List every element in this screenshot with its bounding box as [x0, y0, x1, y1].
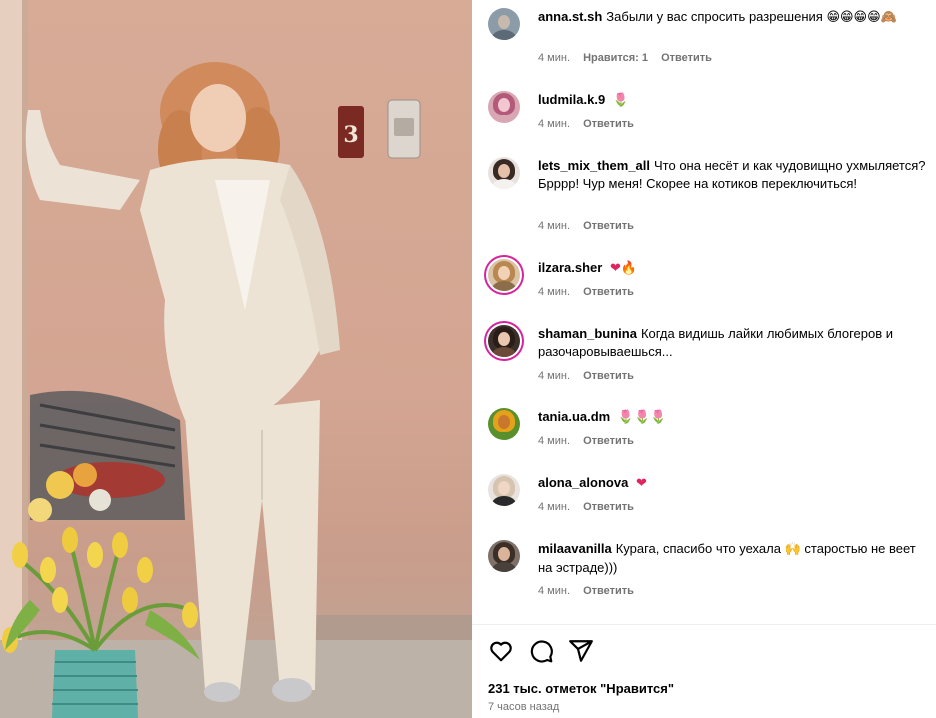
divider [472, 624, 936, 625]
comment-username[interactable]: anna.st.sh [538, 9, 602, 24]
comment-item: alona_alonova ❤ 4 мин. Ответить [488, 474, 928, 518]
vase [52, 650, 138, 718]
comment-text: tania.ua.dm 🌷🌷🌷 [538, 408, 928, 427]
comment-meta: 4 мин. Ответить [538, 286, 644, 298]
comment-username[interactable]: shaman_bunina [538, 326, 637, 341]
comment-item: lets_mix_them_all Что она несёт и как чуд… [488, 157, 928, 237]
comment-meta: 4 мин. Нравится: 1 Ответить [538, 52, 722, 64]
comment-meta: 4 мин. Ответить [538, 118, 644, 130]
comment-text: ludmila.k.9 🌷 [538, 91, 928, 110]
comment-item: ilzara.sher ❤🔥 4 мин. Ответить [488, 259, 928, 303]
comment-text: alona_alonova ❤ [538, 474, 928, 493]
comment-meta: 4 мин. Ответить [538, 501, 644, 513]
comment-likes-count[interactable]: Нравится: 1 [583, 52, 648, 64]
comment-item: milaavanilla Курага, спасибо что уехала 🙌… [488, 540, 928, 604]
comment-item: shaman_bunina Когда видишь лайки любимых … [488, 325, 928, 389]
comment-time: 4 мин. [538, 220, 571, 232]
comment-time: 4 мин. [538, 435, 571, 447]
comment-item: tania.ua.dm 🌷🌷🌷 4 мин. Ответить [488, 408, 928, 452]
comment-emoji: 😁😁😁😁🙈 [826, 10, 897, 25]
comment-meta: 4 мин. Ответить [538, 585, 644, 597]
comment-username[interactable]: tania.ua.dm [538, 409, 610, 424]
reply-button[interactable]: Ответить [583, 435, 634, 447]
avatar[interactable] [488, 408, 520, 440]
reply-button[interactable]: Ответить [583, 220, 634, 232]
reply-button[interactable]: Ответить [583, 370, 634, 382]
comment-text: ilzara.sher ❤🔥 [538, 259, 928, 278]
comment-item: anna.st.sh Забыли у вас спросить разрешен… [488, 8, 928, 70]
post-time[interactable]: 7 часов назад [488, 701, 559, 713]
avatar[interactable] [488, 259, 520, 291]
heart-icon[interactable] [488, 638, 514, 664]
avatar[interactable] [488, 91, 520, 123]
comment-item: ludmila.k.9 🌷 4 мин. Ответить [488, 91, 928, 135]
comment-time: 4 мин. [538, 286, 571, 298]
comment-text: shaman_bunina Когда видишь лайки любимых … [538, 325, 928, 361]
comment-username[interactable]: ludmila.k.9 [538, 92, 605, 107]
comment-body: Забыли у вас спросить разрешения [606, 9, 823, 24]
comment-time: 4 мин. [538, 118, 571, 130]
avatar[interactable] [488, 474, 520, 506]
reply-button[interactable]: Ответить [583, 585, 634, 597]
comment-text: milaavanilla Курага, спасибо что уехала 🙌… [538, 540, 928, 577]
likes-count[interactable]: 231 тыс. отметок "Нравится" [488, 681, 674, 696]
comment-list[interactable]: anna.st.sh Забыли у вас спросить разрешен… [472, 0, 936, 622]
comment-username[interactable]: ilzara.sher [538, 260, 602, 275]
comment-emoji: ❤ [635, 476, 647, 491]
comment-text: lets_mix_them_all Что она несёт и как чуд… [538, 157, 928, 193]
comment-username[interactable]: alona_alonova [538, 475, 628, 490]
avatar[interactable] [488, 157, 520, 189]
comment-meta: 4 мин. Ответить [538, 370, 644, 382]
avatar[interactable] [488, 8, 520, 40]
photo-illustration: 3 [0, 0, 472, 718]
comment-emoji: 🙌 [784, 542, 801, 557]
comment-emoji: ❤🔥 [609, 261, 638, 276]
comment-meta: 4 мин. Ответить [538, 220, 644, 232]
comment-username[interactable]: lets_mix_them_all [538, 158, 650, 173]
comment-body-start: Курага, спасибо что уехала [615, 541, 781, 556]
avatar[interactable] [488, 540, 520, 572]
comment-time: 4 мин. [538, 501, 571, 513]
reply-button[interactable]: Ответить [583, 118, 634, 130]
post-photo[interactable]: 3 [0, 0, 472, 718]
comment-text: anna.st.sh Забыли у вас спросить разрешен… [538, 8, 928, 27]
comment-meta: 4 мин. Ответить [538, 435, 644, 447]
comments-panel: anna.st.sh Забыли у вас спросить разрешен… [472, 0, 936, 718]
comment-icon[interactable] [528, 638, 554, 664]
comment-time: 4 мин. [538, 370, 571, 382]
comment-emoji: 🌷🌷🌷 [617, 410, 667, 425]
comment-time: 4 мин. [538, 52, 571, 64]
post-actions [488, 638, 928, 666]
reply-button[interactable]: Ответить [661, 52, 712, 64]
comment-time: 4 мин. [538, 585, 571, 597]
avatar[interactable] [488, 325, 520, 357]
comment-emoji: 🌷 [612, 93, 630, 108]
reply-button[interactable]: Ответить [583, 501, 634, 513]
comment-username[interactable]: milaavanilla [538, 541, 612, 556]
share-icon[interactable] [568, 638, 594, 664]
door-number: 3 [343, 122, 358, 148]
reply-button[interactable]: Ответить [583, 286, 634, 298]
